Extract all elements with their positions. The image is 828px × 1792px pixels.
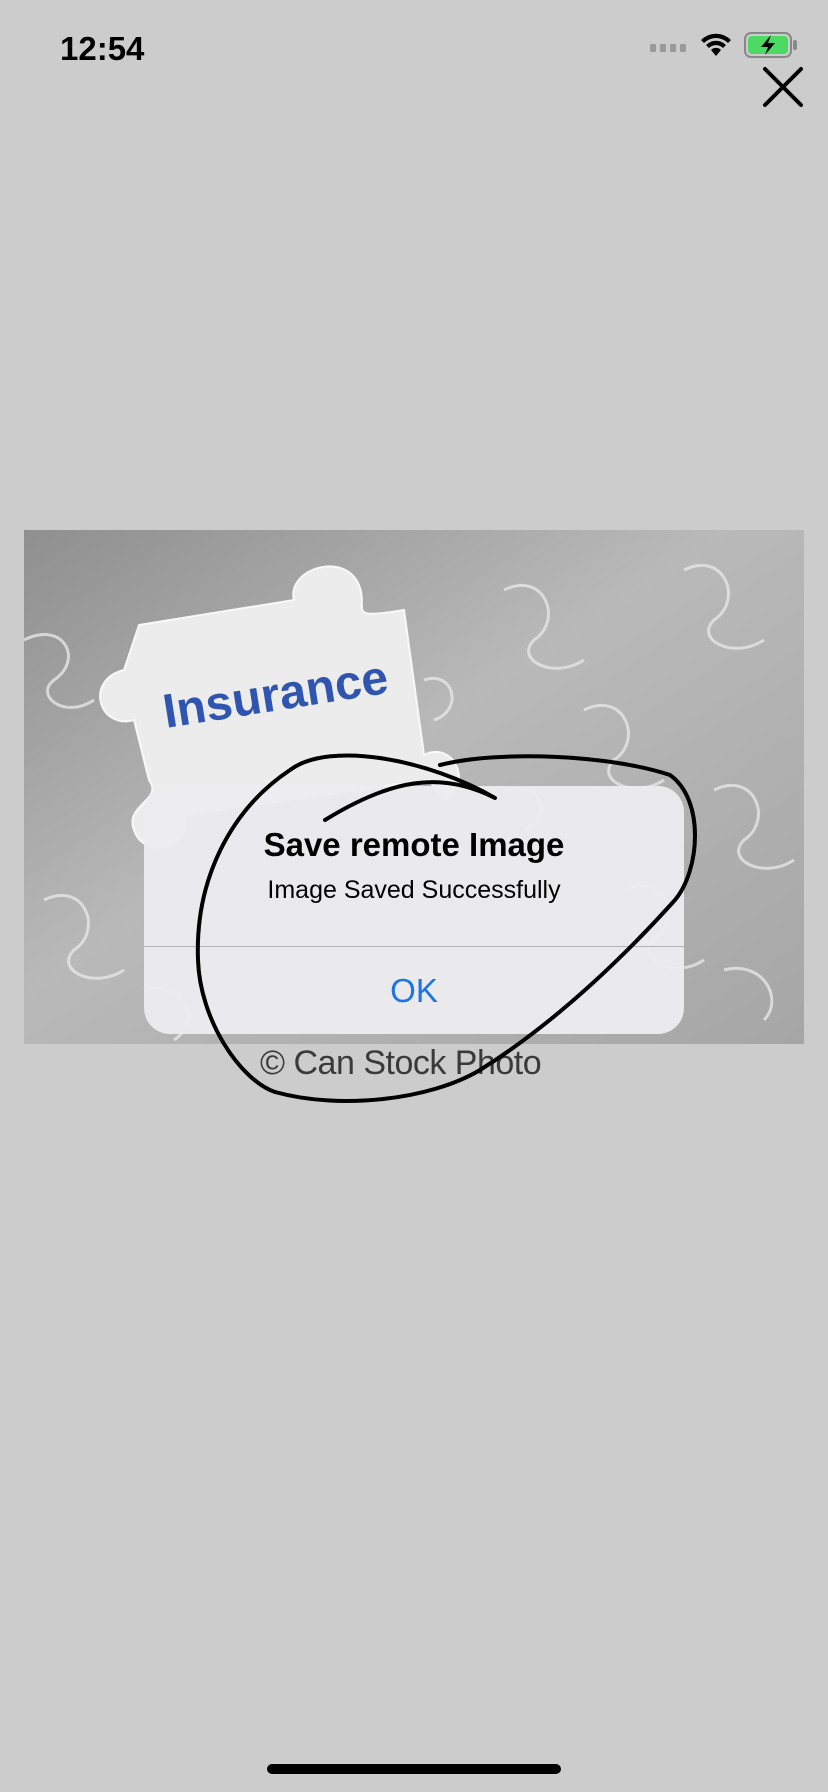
cellular-signal-icon (650, 39, 688, 57)
alert-message: Image Saved Successfully (267, 876, 561, 904)
status-time: 12:54 (60, 30, 145, 67)
close-icon (763, 67, 803, 107)
save-image-alert: Save remote Image Image Saved Successful… (144, 786, 684, 1034)
image-watermark: © Can Stock Photo (260, 1044, 542, 1082)
status-bar: 12:54 (0, 0, 828, 100)
alert-title: Save remote Image (263, 826, 565, 863)
wifi-icon (700, 32, 732, 63)
ok-button[interactable]: OK (144, 947, 684, 1034)
home-indicator[interactable] (267, 1764, 561, 1774)
battery-charging-icon (744, 32, 798, 63)
close-button[interactable] (760, 64, 806, 110)
status-icons (650, 32, 798, 63)
